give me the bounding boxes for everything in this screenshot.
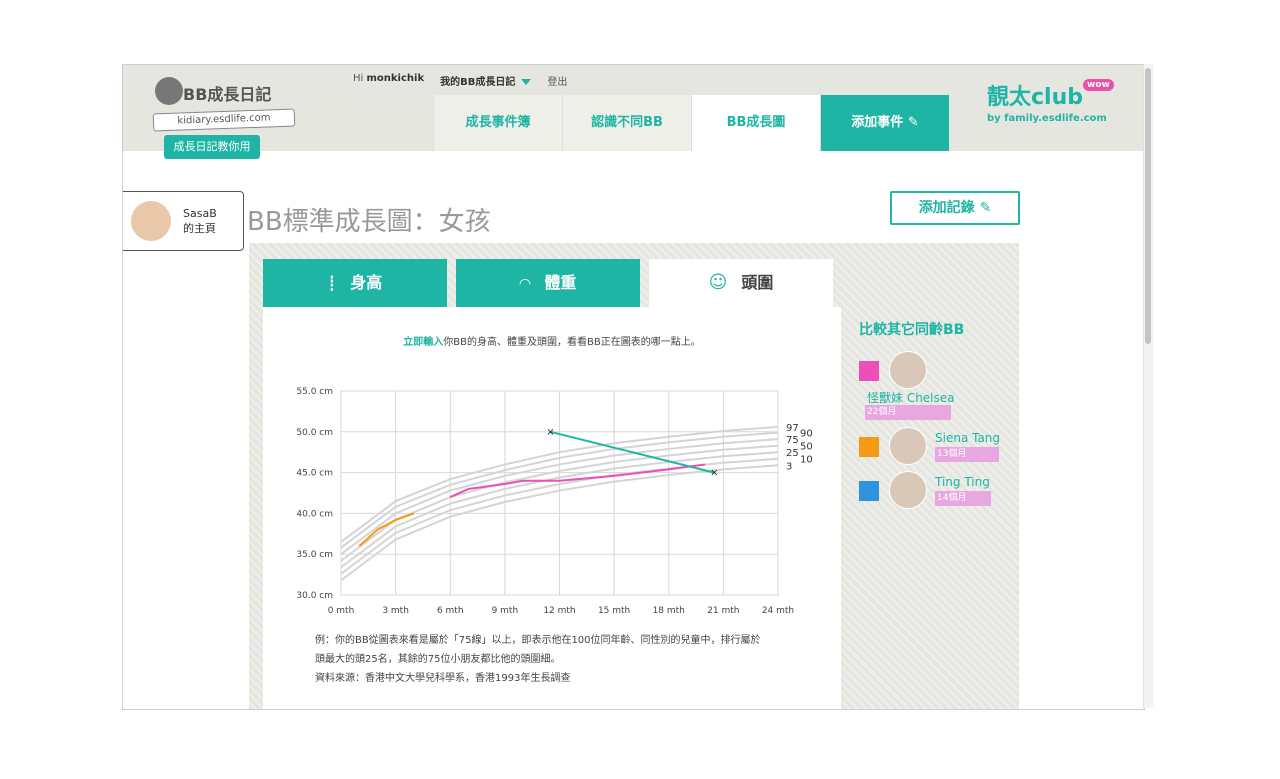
- greeting: Hi monkichik: [353, 73, 425, 84]
- x-tick-label: 3 mth: [382, 606, 409, 616]
- profile-card[interactable]: SasaB 的主頁: [123, 191, 244, 251]
- x-tick-label: 21 mth: [707, 606, 739, 616]
- percentile-label: 90: [800, 429, 813, 440]
- guide-button[interactable]: 成長日記教你用: [164, 135, 260, 159]
- percentile-label: 97: [786, 423, 799, 434]
- tab-events[interactable]: 成長事件簿: [433, 95, 562, 151]
- logo-url: kidiary.esdlife.com: [152, 108, 296, 132]
- avatar: [131, 201, 171, 241]
- profile-sub: 的主頁: [183, 222, 216, 235]
- tab-know-bb[interactable]: 認識不同BB: [562, 95, 691, 151]
- x-tick-label: 15 mth: [598, 606, 630, 616]
- brand-byline: by family.esdlife.com: [987, 113, 1107, 124]
- tab-weight[interactable]: ◠ 體重: [456, 259, 640, 307]
- brand-logo[interactable]: 靚太club wow by family.esdlife.com: [987, 79, 1114, 124]
- compare-name-2[interactable]: Siena Tang: [935, 431, 1000, 445]
- my-diary-menu[interactable]: 我的BB成長日記: [440, 73, 532, 88]
- koala-icon: [155, 77, 183, 105]
- page-title: BB標準成長圖：女孩: [247, 207, 491, 237]
- compare-name-1[interactable]: 怪獸妹 Chelsea: [867, 389, 955, 406]
- avatar[interactable]: [889, 427, 927, 465]
- logo-title: BB成長日記: [183, 85, 272, 104]
- y-tick-label: 45.0 cm: [296, 469, 333, 479]
- x-tick-label: 9 mth: [492, 606, 519, 616]
- tab-growth-chart[interactable]: BB成長圖: [691, 95, 820, 151]
- y-tick-label: 55.0 cm: [296, 387, 333, 397]
- growth-chart: 0 mth 3 mth 6 mth 9 mth 12 mth 15 mth 18 mth 21…: [296, 387, 813, 616]
- top-nav: Hi monkichik 我的BB成長日記 登出: [353, 73, 567, 88]
- note-line-1: 例：你的BB從圖表來看是屬於「75線」以上，即表示他在100位同年齡、同性別的兒…: [315, 635, 761, 646]
- y-tick-label: 30.0 cm: [296, 591, 333, 601]
- tab-height[interactable]: ┋ 身高: [263, 259, 447, 307]
- x-tick-label: 12 mth: [543, 606, 575, 616]
- avatar[interactable]: [889, 471, 927, 509]
- compare-age-3: 14個月: [935, 491, 991, 506]
- pencil-icon: ✎: [907, 115, 919, 130]
- percentile-label: 25: [786, 448, 799, 459]
- chart-panel: ┋ 身高 ◠ 體重 ☺ 頭圍 立即輸入你BB的身高、體重及頭圍，看看BB正在圖表的哪一…: [249, 243, 1019, 709]
- avatar[interactable]: [889, 351, 927, 389]
- browser-viewport: BB成長日記 kidiary.esdlife.com 成長日記教你用 Hi mo…: [122, 64, 1145, 710]
- scale-icon: ◠: [519, 276, 531, 292]
- note-line-2: 頭最大的頭25名，其餘的75位小朋友都比他的頭圍細。: [315, 654, 561, 665]
- add-record-button[interactable]: 添加記錄 ✎: [890, 191, 1020, 225]
- compare-swatch-1: [859, 361, 879, 381]
- pencil-icon: ✎: [979, 200, 992, 216]
- site-header: BB成長日記 kidiary.esdlife.com 成長日記教你用 Hi mo…: [123, 65, 1144, 159]
- chart-area: 立即輸入你BB的身高、體重及頭圍，看看BB正在圖表的哪一點上。 0 mth 3 m…: [263, 307, 841, 709]
- x-tick-label: 18 mth: [653, 606, 685, 616]
- compare-age-1: 22個月: [865, 405, 951, 420]
- compare-title: 比較其它同齡BB: [859, 322, 965, 338]
- compare-name-3[interactable]: Ting Ting: [935, 475, 990, 489]
- x-tick-label: 6 mth: [437, 606, 464, 616]
- kidiary-logo[interactable]: BB成長日記 kidiary.esdlife.com: [135, 75, 296, 139]
- tab-head[interactable]: ☺ 頭圍: [649, 259, 833, 307]
- y-tick-label: 35.0 cm: [296, 550, 333, 560]
- percentile-label: 3: [786, 461, 792, 472]
- tab-add-event[interactable]: 添加事件 ✎: [820, 95, 949, 151]
- logout-link[interactable]: 登出: [547, 73, 567, 88]
- percentile-label: 10: [800, 455, 813, 466]
- compare-swatch-3: [859, 481, 879, 501]
- main-tabs: 成長事件簿 認識不同BB BB成長圖 添加事件 ✎: [433, 95, 949, 151]
- scroll-thumb[interactable]: [1145, 68, 1151, 344]
- wow-badge: wow: [1083, 79, 1114, 91]
- note-line-3: 資料來源：香港中文大學兒科學系，香港1993年生長調查: [315, 673, 571, 684]
- ruler-icon: ┋: [327, 276, 337, 292]
- x-tick-label: 24 mth: [762, 606, 794, 616]
- y-tick-label: 50.0 cm: [296, 428, 333, 438]
- dropdown-caret-icon: [521, 79, 532, 85]
- data-point-marker: ×: [710, 468, 718, 479]
- data-point-marker: ×: [546, 427, 554, 438]
- input-now-link[interactable]: 立即輸入: [403, 337, 443, 348]
- y-tick-label: 40.0 cm: [296, 509, 333, 519]
- percentile-label: 75: [786, 435, 799, 446]
- profile-name: SasaB: [183, 207, 217, 220]
- baby-face-icon: ☺: [708, 272, 728, 293]
- x-tick-label: 0 mth: [328, 606, 355, 616]
- percentile-label: 50: [800, 442, 813, 453]
- compare-age-2: 13個月: [935, 447, 999, 462]
- scrollbar[interactable]: [1143, 64, 1153, 708]
- compare-swatch-2: [859, 437, 879, 457]
- chart-intro: 立即輸入你BB的身高、體重及頭圍，看看BB正在圖表的哪一點上。: [403, 337, 701, 348]
- username: monkichik: [366, 73, 425, 84]
